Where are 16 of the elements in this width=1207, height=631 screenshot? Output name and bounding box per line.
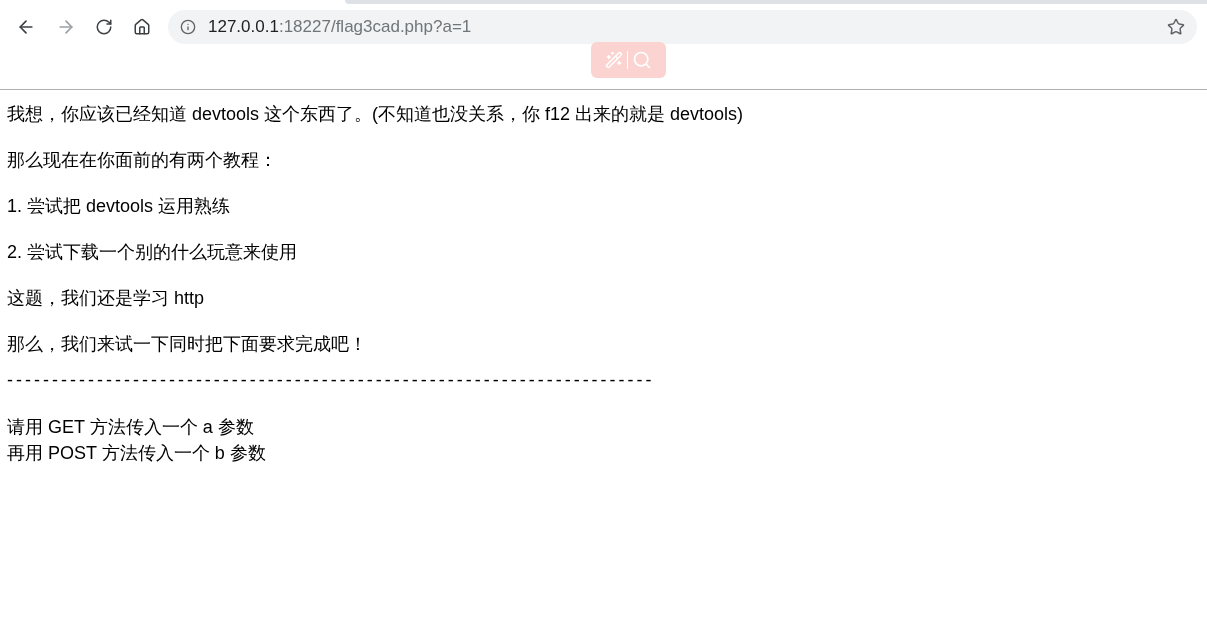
url-host: 127.0.0.1 bbox=[208, 16, 279, 39]
url-path: :18227/flag3cad.php?a=1 bbox=[278, 16, 472, 39]
reload-icon[interactable] bbox=[95, 18, 113, 36]
paragraph: 1. 尝试把 devtools 运用熟练 bbox=[7, 195, 232, 218]
bookmark-star-icon[interactable] bbox=[1167, 18, 1185, 36]
paragraph: 这题，我们还是学习 http bbox=[7, 287, 206, 310]
paragraph: 那么，我们来试一下同时把下面要求完成吧！ bbox=[7, 333, 368, 356]
paragraph: 我想，你应该已经知道 devtools 这个东西了。(不知道也没关系，你 f12 出来的就是 devtools) bbox=[7, 103, 745, 126]
address-bar[interactable]: 127.0.0.1:18227/flag3cad.php?a=1 bbox=[168, 10, 1197, 44]
home-icon[interactable] bbox=[133, 18, 151, 36]
paragraph: 2. 尝试下载一个别的什么玩意来使用 bbox=[7, 241, 298, 264]
info-icon[interactable] bbox=[180, 19, 196, 35]
instruction-line: 再用 POST 方法传入一个 b 参数 bbox=[7, 442, 267, 465]
instruction-line: 请用 GET 方法传入一个 a 参数 bbox=[7, 416, 255, 439]
paragraph: 那么现在在你面前的有两个教程： bbox=[7, 149, 278, 172]
separator-line: ------------------------------------------------------------------------ bbox=[7, 369, 656, 392]
